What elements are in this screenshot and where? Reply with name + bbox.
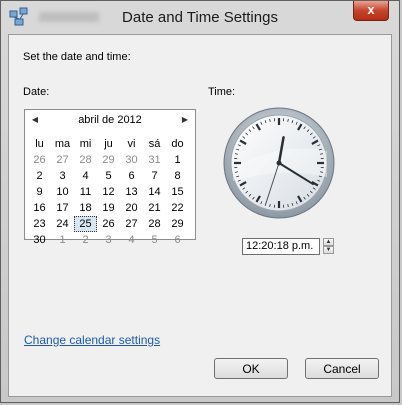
calendar-day[interactable]: 1	[166, 152, 189, 168]
change-calendar-settings-link[interactable]: Change calendar settings	[24, 333, 160, 347]
next-month-icon[interactable]: ▶	[179, 114, 191, 126]
time-up-icon[interactable]: ▲	[323, 238, 334, 246]
calendar-day[interactable]: 16	[28, 200, 51, 216]
calendar-month-title[interactable]: abril de 2012	[45, 114, 175, 126]
calendar-day[interactable]: 23	[28, 216, 51, 232]
calendar-day[interactable]: 6	[166, 232, 189, 248]
calendar-week-row: 16 17 18 19 20 21 22	[28, 200, 192, 216]
calendar-day[interactable]: 18	[74, 200, 97, 216]
calendar-day[interactable]: 11	[74, 184, 97, 200]
calendar-grid: lu ma mi ju vi sá do 26 27 28 29 30 31 1 2 3 4 5 6 7 8 9 10 11 1…	[28, 136, 192, 248]
weekday-label: lu	[35, 138, 44, 150]
calendar-day[interactable]: 29	[97, 152, 120, 168]
weekday-label: do	[171, 138, 184, 150]
calendar-day[interactable]: 17	[51, 200, 74, 216]
calendar-day[interactable]: 24	[51, 216, 74, 232]
calendar-day[interactable]: 26	[97, 216, 120, 232]
calendar-day[interactable]: 27	[51, 152, 74, 168]
calendar-day[interactable]: 1	[51, 232, 74, 248]
calendar-day[interactable]: 20	[120, 200, 143, 216]
calendar-day[interactable]: 4	[120, 232, 143, 248]
weekday-label: sá	[148, 138, 161, 150]
calendar-week-row: 26 27 28 29 30 31 1	[28, 152, 192, 168]
calendar-day[interactable]: 21	[143, 200, 166, 216]
calendar-day[interactable]: 6	[120, 168, 143, 184]
window-title: Date and Time Settings	[122, 9, 278, 26]
analog-clock	[223, 107, 335, 219]
calendar-day[interactable]: 10	[51, 184, 74, 200]
calendar-day[interactable]: 26	[28, 152, 51, 168]
calendar: ◀ abril de 2012 ▶ lu ma mi ju vi sá do 26 27 28 29…	[24, 109, 196, 246]
date-label: Date:	[23, 86, 50, 98]
time-label: Time:	[208, 86, 236, 98]
calendar-day[interactable]: 30	[28, 232, 51, 248]
calendar-day[interactable]: 19	[97, 200, 120, 216]
calendar-day[interactable]: 8	[166, 168, 189, 184]
close-button[interactable]: x	[353, 1, 389, 21]
intro-label: Set the date and time:	[23, 51, 131, 63]
calendar-day[interactable]: 13	[120, 184, 143, 200]
calendar-day[interactable]: 5	[97, 168, 120, 184]
calendar-day[interactable]: 31	[143, 152, 166, 168]
title-bar: Date and Time Settings x	[1, 1, 399, 35]
calendar-day[interactable]: 22	[166, 200, 189, 216]
calendar-day[interactable]: 28	[74, 152, 97, 168]
weekday-label: vi	[127, 138, 136, 150]
weekday-label: mi	[79, 138, 92, 150]
calendar-day[interactable]: 7	[143, 168, 166, 184]
calendar-day[interactable]: 12	[97, 184, 120, 200]
selected-day[interactable]: 25	[74, 216, 97, 232]
calendar-day[interactable]: 27	[120, 216, 143, 232]
dialog-content: Set the date and time: Date: Time: ◀ abr…	[8, 34, 392, 397]
weekday-label: ma	[54, 138, 71, 150]
calendar-week-row: 2345678	[28, 168, 192, 184]
calendar-day[interactable]: 15	[166, 184, 189, 200]
ok-button[interactable]: OK	[214, 358, 288, 379]
time-input[interactable]: 12:20:18 p.m.	[242, 238, 320, 255]
previous-month-icon[interactable]: ◀	[29, 114, 41, 126]
calendar-day[interactable]: 4	[74, 168, 97, 184]
weekday-label: ju	[104, 138, 113, 150]
time-spinner: ▲ ▼	[323, 238, 334, 255]
calendar-week-row: 23 24 25 26 27 28 29	[28, 216, 192, 232]
calendar-day[interactable]: 3	[51, 168, 74, 184]
calendar-day[interactable]: 29	[166, 216, 189, 232]
date-time-dialog: Date and Time Settings x Set the date an…	[0, 0, 400, 403]
weekday-header-row: lu ma mi ju vi sá do	[28, 136, 192, 152]
calendar-day[interactable]: 3	[97, 232, 120, 248]
calendar-day[interactable]: 2	[74, 232, 97, 248]
time-down-icon[interactable]: ▼	[323, 246, 334, 254]
calendar-day[interactable]: 14	[143, 184, 166, 200]
cancel-button[interactable]: Cancel	[305, 358, 379, 379]
calendar-day[interactable]: 30	[120, 152, 143, 168]
calendar-day[interactable]: 5	[143, 232, 166, 248]
calendar-day[interactable]: 28	[143, 216, 166, 232]
calendar-week-row: 9 10 11 12 13 14 15	[28, 184, 192, 200]
calendar-week-row: 30 1 2 3 4 5 6	[28, 232, 192, 248]
calendar-day[interactable]: 9	[28, 184, 51, 200]
calendar-day[interactable]: 2	[28, 168, 51, 184]
